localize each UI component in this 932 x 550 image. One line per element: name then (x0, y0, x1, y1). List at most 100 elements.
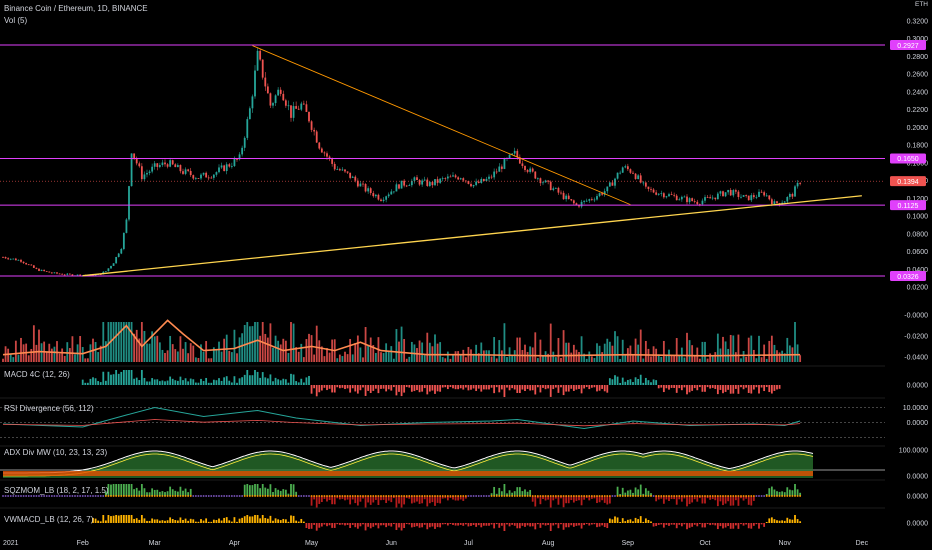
vwmacd-bar (426, 523, 429, 530)
vwmacd-bar (588, 523, 591, 526)
vwmacd-bar (704, 523, 706, 528)
volume-bar (454, 351, 457, 362)
macd-histogram-bar (488, 385, 490, 390)
vwmacd-bar (436, 523, 439, 528)
sqzmom-dot (758, 495, 760, 497)
macd-histogram-bar (102, 371, 105, 385)
sqzmom-dot (184, 495, 187, 497)
macd-histogram-bar (130, 370, 133, 385)
macd-histogram-bar (81, 379, 84, 385)
vwmacd-bar (300, 518, 303, 523)
macd-histogram-bar (436, 385, 439, 392)
macd-histogram-bar (655, 380, 658, 385)
sqzmom-bar (284, 489, 287, 496)
volume-bar (763, 344, 766, 362)
sqzmom-bar (565, 496, 568, 504)
sqzmom-dot (601, 495, 603, 497)
candle-body (567, 195, 570, 200)
macd-histogram-bar (668, 385, 670, 390)
sqzmom-bar (398, 496, 400, 504)
macd-histogram-bar (92, 377, 94, 385)
volume-bar (536, 358, 539, 362)
volume-bar (441, 357, 444, 362)
vwmacd-bar (634, 517, 637, 523)
volume-bar (302, 357, 305, 362)
macd-histogram-bar (120, 371, 123, 385)
volume-bar (66, 342, 69, 362)
sqzmom-dot (56, 495, 58, 497)
candle-body (266, 86, 269, 94)
macd-histogram-bar (284, 379, 287, 385)
sqzmom-dot (645, 495, 647, 497)
sqzmom-bar (359, 496, 362, 502)
macd-histogram-bar (575, 385, 578, 390)
sqzmom-dot (313, 495, 315, 497)
sqzmom-dot (403, 495, 405, 497)
volume-bar (603, 343, 606, 362)
vwmacd-bar (248, 516, 251, 523)
vwmacd-bar (608, 518, 611, 523)
vwmacd-bar (747, 523, 750, 529)
sqzmom-dot (297, 495, 300, 497)
sqzmom-dot (117, 495, 120, 497)
vwmacd-bar (688, 523, 691, 528)
candle-body (351, 176, 354, 178)
vwmacd-bar (601, 523, 604, 526)
macd-histogram-bar (112, 374, 115, 385)
candle-body (48, 271, 51, 273)
vwmacd-title: VWMACD_LB (12, 26, 7) (4, 515, 94, 524)
vwmacd-bar (444, 523, 447, 525)
candle-body (259, 50, 262, 60)
volume-bar (426, 332, 429, 362)
macd-histogram-bar (616, 376, 619, 385)
vwmacd-bar (192, 519, 195, 523)
volume-bar (176, 351, 179, 362)
vwmacd-bar (274, 518, 277, 523)
sqzmom-dot (495, 495, 498, 497)
volume-bar (660, 356, 663, 362)
sqzmom-dot (241, 495, 243, 497)
sqzmom-dot (274, 495, 277, 497)
sqzmom-bar (737, 496, 740, 506)
candle-body (588, 199, 591, 201)
sqzmom-dot (729, 495, 732, 497)
volume-bar (436, 343, 439, 362)
level-price-label: 0.1650 (897, 156, 919, 163)
candle-body (616, 172, 619, 179)
vwmacd-bar (212, 519, 215, 523)
vwmacd-bar (567, 523, 570, 528)
sqzmom-bar (598, 496, 601, 503)
macd-histogram-bar (158, 381, 161, 385)
candle-body (200, 174, 202, 179)
vwmacd-bar (369, 523, 372, 529)
vwmacd-bar (336, 523, 339, 525)
vwmacd-bar (570, 523, 573, 526)
candle-body (716, 193, 719, 200)
sqzmom-dot (431, 495, 434, 497)
macd-histogram-bar (511, 385, 514, 389)
volume-bar (480, 342, 483, 362)
vwmacd-bar (434, 523, 436, 529)
level-price-label: 0.2927 (897, 43, 919, 50)
volume-bar (572, 344, 575, 362)
rsi-tick-label: 0.0000 (907, 420, 929, 427)
candle-body (704, 197, 706, 201)
sqzmom-bar (410, 496, 413, 504)
vwmacd-bar (503, 523, 506, 531)
price-tick-label: 0.2600 (907, 72, 929, 79)
sqzmom-bar (320, 496, 323, 503)
macd-histogram-bar (526, 385, 529, 389)
macd-histogram-bar (400, 385, 403, 397)
sqzmom-dot (318, 495, 321, 497)
macd-histogram-bar (241, 377, 244, 385)
macd-histogram-bar (315, 385, 318, 397)
vwmacd-bar (133, 518, 136, 523)
vwmacd-bar (228, 520, 231, 523)
candle-body (12, 258, 15, 260)
sqzmom-bar (169, 486, 172, 496)
macd-histogram-bar (583, 385, 586, 389)
volume-bar (300, 343, 303, 362)
sqzmom-dot (92, 495, 94, 497)
candle-body (644, 182, 647, 187)
vwmacd-bar (624, 521, 627, 523)
